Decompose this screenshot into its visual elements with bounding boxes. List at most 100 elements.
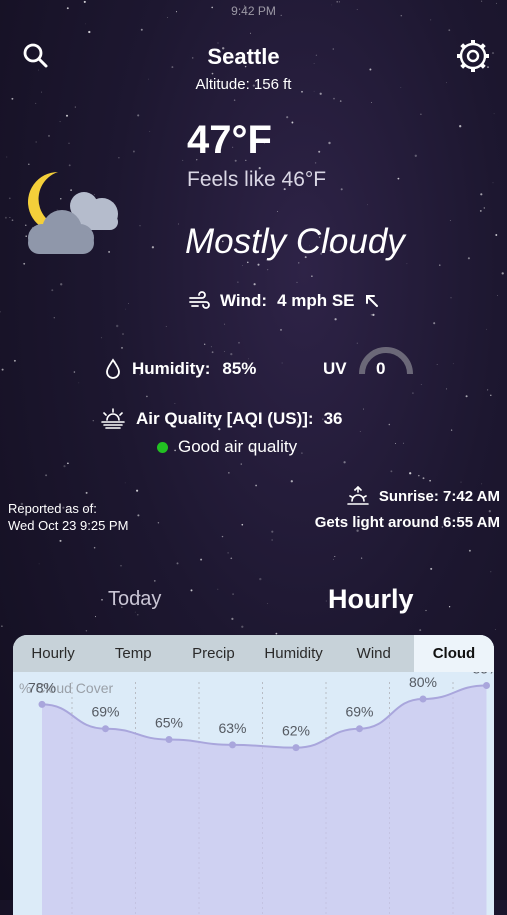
chart-tab-temp[interactable]: Temp bbox=[93, 635, 173, 672]
star bbox=[490, 395, 491, 396]
status-bar: 9:42 PM bbox=[0, 4, 507, 20]
star bbox=[2, 369, 4, 371]
star bbox=[280, 329, 282, 331]
air-quality-icon bbox=[100, 408, 126, 430]
star bbox=[54, 317, 55, 318]
star bbox=[39, 564, 40, 565]
star bbox=[502, 272, 504, 274]
humidity-drop-icon bbox=[104, 358, 122, 380]
star bbox=[334, 556, 335, 557]
star bbox=[137, 114, 139, 116]
star bbox=[128, 303, 129, 304]
star bbox=[439, 264, 440, 265]
star bbox=[136, 490, 138, 492]
star bbox=[466, 395, 468, 397]
star bbox=[328, 142, 330, 144]
star bbox=[35, 103, 36, 104]
star bbox=[407, 263, 408, 264]
chart-point bbox=[293, 744, 300, 751]
air-quality-status: Good air quality bbox=[157, 437, 297, 457]
star bbox=[48, 135, 50, 137]
star bbox=[95, 616, 96, 617]
star bbox=[67, 462, 69, 464]
chart-data-label: 63% bbox=[218, 720, 246, 736]
star bbox=[390, 470, 392, 472]
star bbox=[494, 113, 495, 114]
star bbox=[152, 246, 154, 248]
star bbox=[93, 420, 94, 421]
star bbox=[389, 424, 391, 426]
star bbox=[423, 477, 425, 479]
star bbox=[267, 603, 268, 604]
star bbox=[459, 125, 461, 127]
star bbox=[459, 512, 460, 513]
star bbox=[490, 571, 491, 572]
star bbox=[237, 281, 238, 282]
star bbox=[372, 314, 374, 316]
star bbox=[137, 514, 139, 516]
chart-tab-precip[interactable]: Precip bbox=[173, 635, 253, 672]
sunrise-row: Sunrise: 7:42 AM bbox=[347, 486, 500, 506]
air-quality-value: 36 bbox=[324, 409, 343, 429]
star bbox=[371, 102, 372, 103]
chart-tab-humidity[interactable]: Humidity bbox=[254, 635, 334, 672]
report-time: Reported as of: Wed Oct 23 9:25 PM bbox=[8, 500, 128, 534]
star bbox=[135, 612, 136, 613]
star bbox=[178, 224, 179, 225]
star bbox=[212, 73, 214, 75]
tab-hourly[interactable]: Hourly bbox=[328, 584, 414, 615]
tab-today[interactable]: Today bbox=[108, 588, 161, 611]
star bbox=[78, 383, 79, 384]
star bbox=[301, 452, 303, 454]
star bbox=[125, 483, 126, 484]
chart-data-label: 85% bbox=[472, 672, 494, 677]
star bbox=[311, 275, 312, 276]
wind-direction-arrow-icon bbox=[363, 292, 381, 310]
star bbox=[69, 164, 71, 166]
star bbox=[446, 388, 447, 389]
city-name: Seattle bbox=[0, 44, 487, 70]
star bbox=[420, 114, 421, 115]
star bbox=[343, 461, 345, 463]
chart-tab-hourly[interactable]: Hourly bbox=[13, 635, 93, 672]
star bbox=[254, 283, 256, 285]
chart-tab-wind[interactable]: Wind bbox=[334, 635, 414, 672]
wind-label: Wind: bbox=[220, 291, 267, 311]
star bbox=[395, 443, 396, 444]
chart-data-label: 69% bbox=[345, 704, 373, 720]
chart-data-label: 80% bbox=[409, 674, 437, 690]
star bbox=[217, 589, 218, 590]
moon-cloud-icon bbox=[18, 168, 122, 260]
chart-point bbox=[483, 682, 490, 689]
star bbox=[487, 389, 488, 390]
star bbox=[468, 257, 470, 259]
star bbox=[419, 629, 421, 631]
star bbox=[234, 99, 235, 100]
star bbox=[398, 178, 400, 180]
star bbox=[360, 431, 361, 432]
star bbox=[437, 364, 438, 365]
star bbox=[224, 324, 225, 325]
star bbox=[340, 100, 342, 102]
star bbox=[495, 234, 497, 236]
star bbox=[334, 318, 336, 320]
star bbox=[86, 630, 87, 631]
star bbox=[298, 262, 299, 263]
chart-data-label: 78% bbox=[28, 679, 56, 695]
star bbox=[361, 557, 362, 558]
star bbox=[9, 197, 11, 199]
star bbox=[75, 107, 76, 108]
star bbox=[146, 396, 148, 398]
chart-tab-cloud[interactable]: Cloud bbox=[414, 635, 494, 672]
star bbox=[0, 311, 1, 312]
star bbox=[94, 547, 96, 549]
star bbox=[212, 351, 214, 353]
star bbox=[241, 626, 243, 628]
star bbox=[267, 269, 268, 270]
star bbox=[242, 265, 243, 266]
star bbox=[154, 580, 156, 582]
star bbox=[450, 297, 451, 298]
star bbox=[125, 309, 126, 310]
star bbox=[133, 151, 135, 153]
sunrise-text: Sunrise: 7:42 AM bbox=[379, 488, 500, 505]
